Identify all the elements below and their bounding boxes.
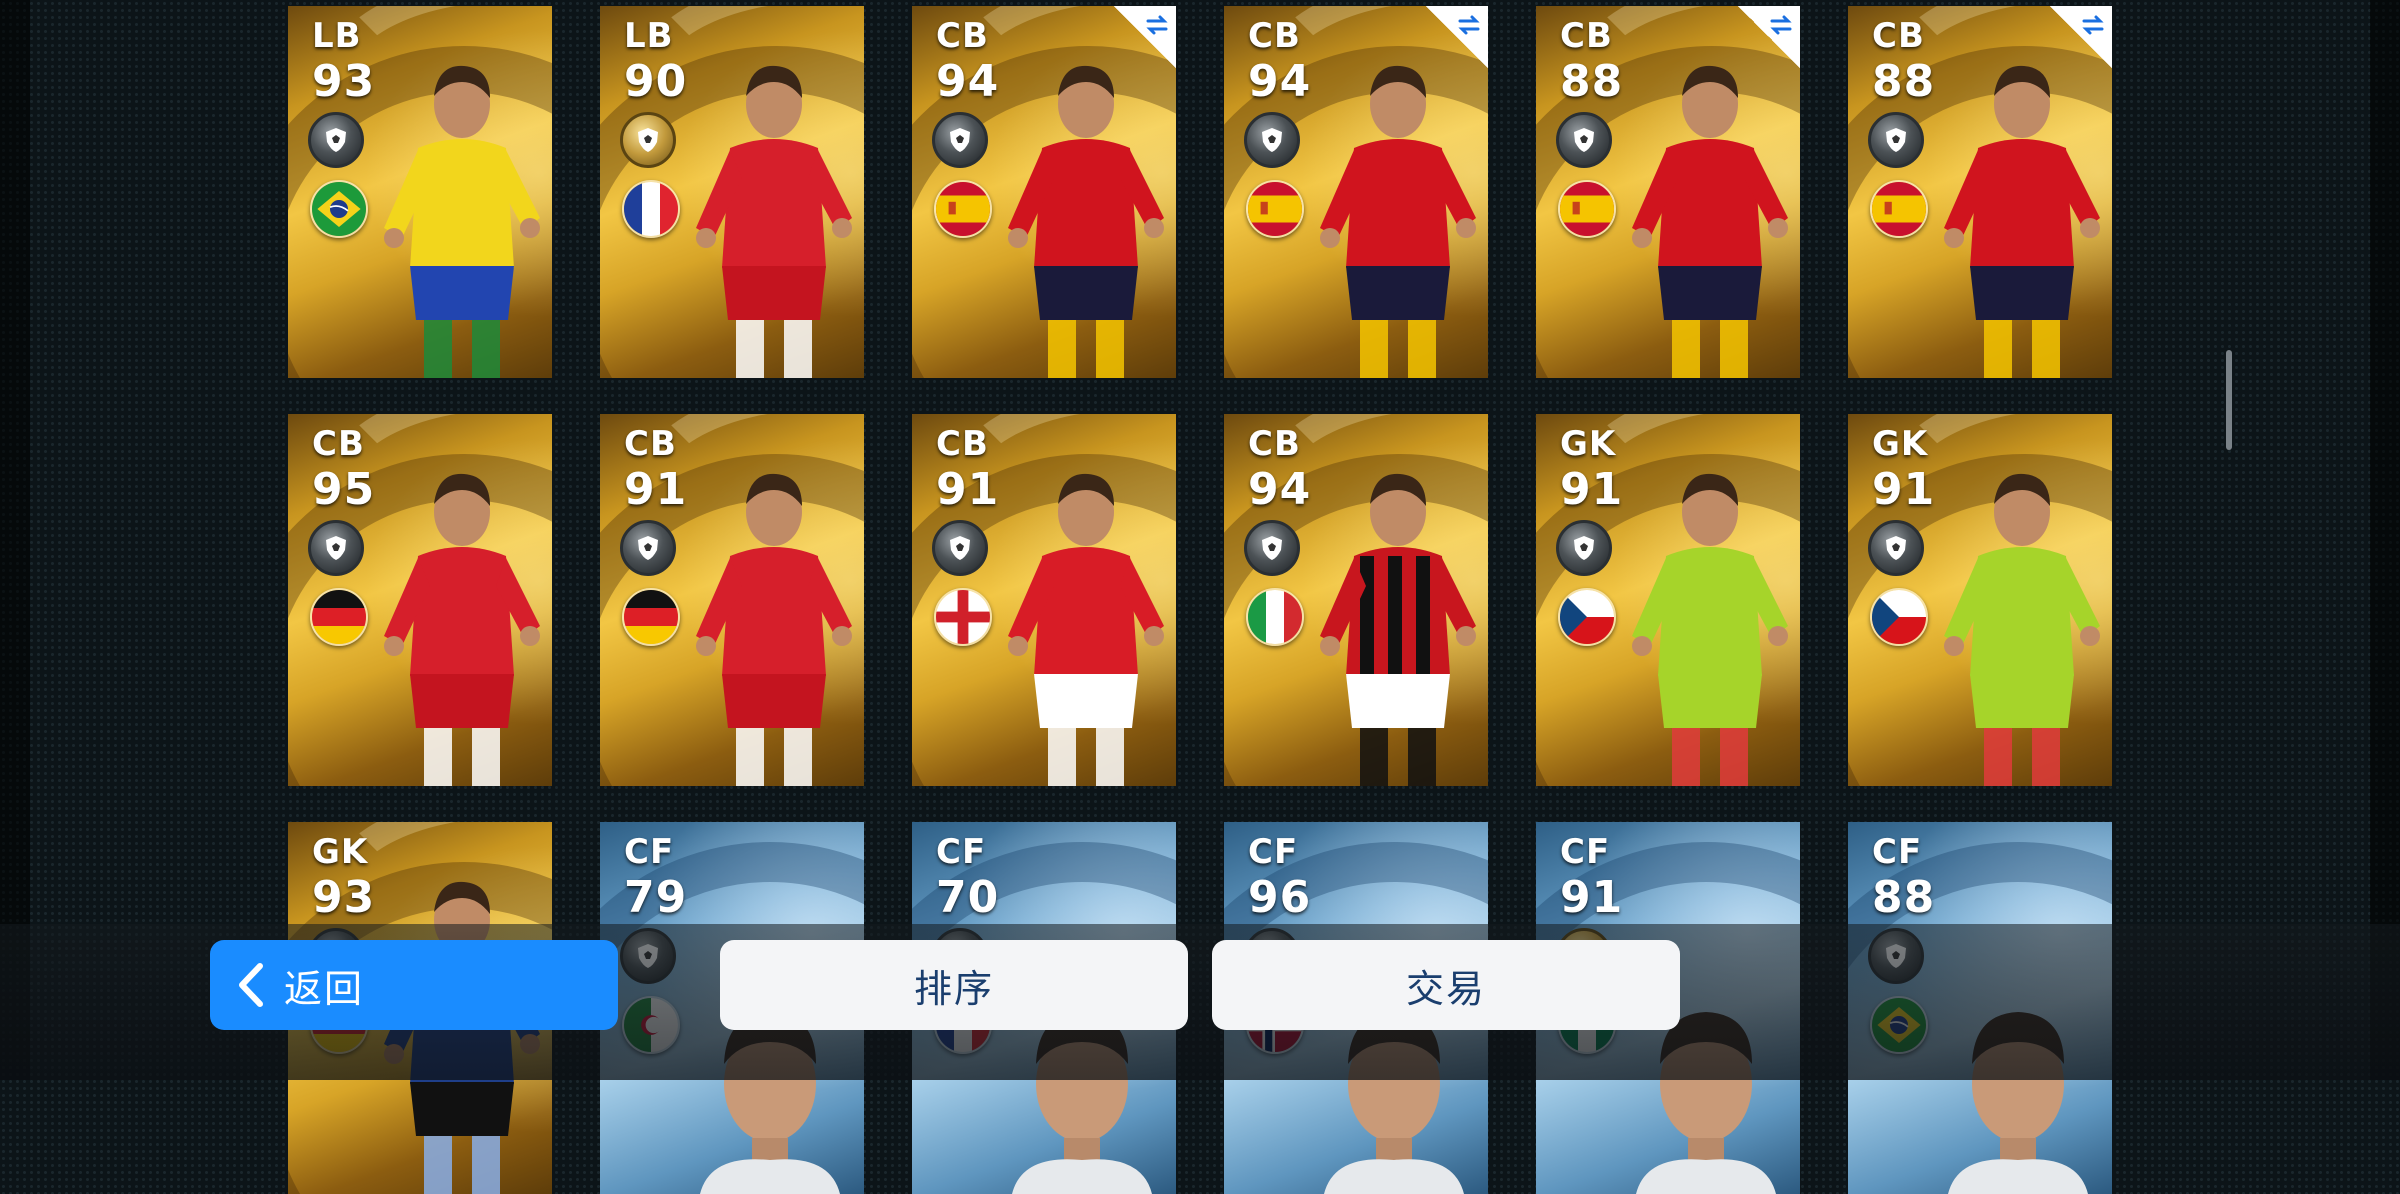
swap-arrows-icon <box>1738 6 1800 68</box>
skill-badge-icon <box>620 112 676 168</box>
skill-badge-icon <box>1556 520 1612 576</box>
player-card[interactable]: CB 95 <box>288 414 552 786</box>
player-card[interactable]: CB 94 <box>1224 6 1488 378</box>
spain-flag-icon <box>1870 180 1928 238</box>
card-rating: 93 <box>312 872 376 923</box>
card-rating: 93 <box>312 56 376 107</box>
card-rating: 91 <box>1560 872 1624 923</box>
spain-flag-icon <box>934 180 992 238</box>
germany-flag-icon <box>622 588 680 646</box>
card-rating: 90 <box>624 56 688 107</box>
player-card[interactable]: CB 88 <box>1536 6 1800 378</box>
player-card[interactable]: CB 91 <box>600 414 864 786</box>
player-standing-icon <box>358 446 552 786</box>
player-shouting-icon <box>982 38 1176 378</box>
card-position: LB <box>624 16 674 56</box>
card-position: CF <box>936 832 987 872</box>
player-shouting-icon <box>1294 38 1488 378</box>
card-position: CB <box>312 424 365 464</box>
card-rating: 94 <box>936 56 1000 107</box>
scrollbar-thumb[interactable] <box>2226 350 2232 450</box>
skill-badge-icon <box>932 112 988 168</box>
card-position: CF <box>1560 832 1611 872</box>
back-button-label: 返回 <box>284 966 365 1011</box>
skill-badge-icon <box>1244 112 1300 168</box>
sort-button[interactable]: 排序 <box>720 940 1188 1030</box>
england-flag-icon <box>934 588 992 646</box>
swap-arrows-icon <box>1114 6 1176 68</box>
skill-badge-icon <box>308 112 364 168</box>
player-shouting-icon <box>1918 38 2112 378</box>
player-card-grid: LB 93 LB 90 CB 94 CB 94 CB 88 CB 88 CB 95 CB 91 CB 91 CB 94… <box>0 0 2400 1194</box>
swap-arrows-icon <box>2050 6 2112 68</box>
player-card[interactable]: CB 91 <box>912 414 1176 786</box>
card-rating: 91 <box>1872 464 1936 515</box>
skill-badge-icon <box>1244 520 1300 576</box>
card-position: CF <box>1872 832 1923 872</box>
goalkeeper-icon <box>1918 446 2112 786</box>
player-card[interactable]: CB 88 <box>1848 6 2112 378</box>
player-card[interactable]: GK 91 <box>1848 414 2112 786</box>
player-card[interactable]: GK 91 <box>1536 414 1800 786</box>
player-running-icon <box>670 38 864 378</box>
czech-flag-icon <box>1558 588 1616 646</box>
card-rating: 88 <box>1560 56 1624 107</box>
card-rating: 91 <box>1560 464 1624 515</box>
italy-flag-icon <box>1246 588 1304 646</box>
card-rating: 95 <box>312 464 376 515</box>
card-position: CB <box>936 424 989 464</box>
france-flag-icon <box>622 180 680 238</box>
card-position: CB <box>1560 16 1613 56</box>
skill-badge-icon <box>308 520 364 576</box>
card-rating: 79 <box>624 872 688 923</box>
card-position: CB <box>936 16 989 56</box>
card-position: CB <box>1248 424 1301 464</box>
card-position: GK <box>312 832 369 872</box>
card-rating: 91 <box>936 464 1000 515</box>
skill-badge-icon <box>620 520 676 576</box>
brazil-flag-icon <box>310 180 368 238</box>
skill-badge-icon <box>1868 520 1924 576</box>
card-position: CF <box>1248 832 1299 872</box>
card-position: GK <box>1560 424 1617 464</box>
player-kicking-icon <box>358 38 552 378</box>
card-position: CB <box>624 424 677 464</box>
skill-badge-icon <box>932 520 988 576</box>
card-position: GK <box>1872 424 1929 464</box>
spain-flag-icon <box>1558 180 1616 238</box>
player-card[interactable]: LB 90 <box>600 6 864 378</box>
back-button[interactable]: 返回 <box>210 940 618 1030</box>
germany-flag-icon <box>310 588 368 646</box>
player-card[interactable]: CB 94 <box>912 6 1176 378</box>
player-running-icon <box>982 446 1176 786</box>
sort-button-label: 排序 <box>913 966 994 1011</box>
card-position: LB <box>312 16 362 56</box>
swap-arrows-icon <box>1426 6 1488 68</box>
card-rating: 91 <box>624 464 688 515</box>
trade-button[interactable]: 交易 <box>1212 940 1680 1030</box>
card-rating: 70 <box>936 872 1000 923</box>
card-rating: 94 <box>1248 464 1312 515</box>
spain-flag-icon <box>1246 180 1304 238</box>
trade-button-label: 交易 <box>1405 966 1486 1011</box>
player-card[interactable]: LB 93 <box>288 6 552 378</box>
player-running-icon <box>1294 446 1488 786</box>
card-rating: 96 <box>1248 872 1312 923</box>
card-position: CB <box>1248 16 1301 56</box>
skill-badge-icon <box>1868 112 1924 168</box>
chevron-left-icon <box>236 962 266 1008</box>
card-position: CB <box>1872 16 1925 56</box>
card-rating: 88 <box>1872 56 1936 107</box>
player-standing-icon <box>670 446 864 786</box>
card-rating: 88 <box>1872 872 1936 923</box>
card-rating: 94 <box>1248 56 1312 107</box>
player-card[interactable]: CB 94 <box>1224 414 1488 786</box>
card-position: CF <box>624 832 675 872</box>
skill-badge-icon <box>1556 112 1612 168</box>
czech-flag-icon <box>1870 588 1928 646</box>
player-shouting-icon <box>1606 38 1800 378</box>
goalkeeper-icon <box>1606 446 1800 786</box>
